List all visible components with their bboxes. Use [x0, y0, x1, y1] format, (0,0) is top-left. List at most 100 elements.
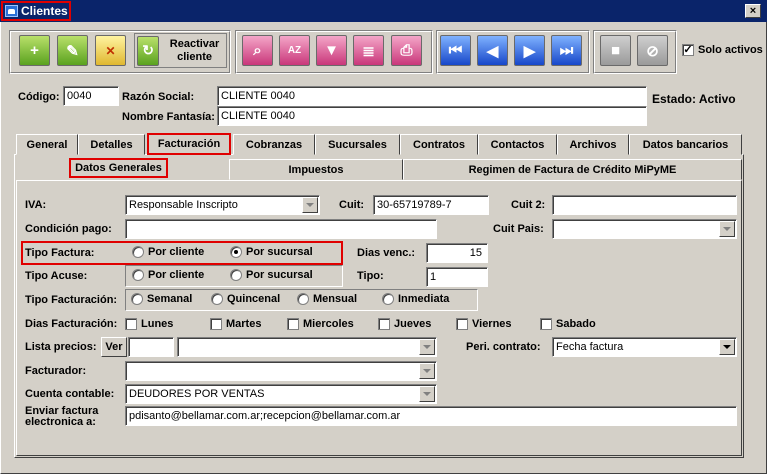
chevron-down-icon[interactable] [302, 197, 318, 213]
tab-contactos[interactable]: Contactos [478, 134, 557, 155]
lista-precios-select[interactable] [177, 337, 437, 357]
tipo-facturacion-quincenal-radio[interactable]: Quincenal [211, 293, 280, 305]
checkbox-icon [287, 318, 299, 330]
peri-contrato-value: Fecha factura [556, 341, 624, 353]
save-button[interactable]: ■ [600, 35, 631, 66]
dia-lunes-checkbox[interactable]: Lunes [125, 318, 173, 330]
search-icon: ⌕ [253, 42, 262, 59]
enviar-factura-label: Enviar factura electronica a: [25, 406, 98, 428]
razon-social-field[interactable]: CLIENTE 0040 [217, 86, 647, 106]
chevron-down-icon[interactable] [419, 339, 435, 355]
window-title: Clientes [21, 4, 68, 18]
close-icon[interactable]: × [745, 4, 761, 18]
lunes-label: Lunes [141, 318, 174, 330]
reactivar-label: Reactivar cliente [169, 37, 220, 63]
enviar-factura-field[interactable]: pdisanto@bellamar.com.ar;recepcion@bella… [125, 406, 737, 426]
first-record-button[interactable]: ⏮ [440, 35, 471, 66]
tab-sucursales[interactable]: Sucursales [315, 134, 400, 155]
cuenta-contable-select[interactable]: DEUDORES POR VENTAS [125, 384, 437, 404]
tab-general[interactable]: General [16, 134, 78, 155]
peri-contrato-select[interactable]: Fecha factura [552, 337, 737, 357]
checkbox-icon [456, 318, 468, 330]
search-button[interactable]: ⌕ [242, 35, 273, 66]
radio-icon [132, 246, 144, 258]
tab-cobranzas[interactable]: Cobranzas [233, 134, 315, 155]
enviar-label-line2: electronica a: [25, 416, 96, 428]
dias-venc-field[interactable]: 15 [426, 243, 488, 263]
radio-icon [297, 293, 309, 305]
previous-record-button[interactable]: ◀ [477, 35, 508, 66]
condicion-pago-field[interactable] [125, 219, 437, 239]
iva-value: Responsable Inscripto [129, 199, 238, 211]
cuit-field[interactable]: 30-65719789-7 [373, 195, 489, 215]
tab-archivos[interactable]: Archivos [557, 134, 629, 155]
last-record-button[interactable]: ⏭ [551, 35, 582, 66]
tipo-acuse-por-cliente-radio[interactable]: Por cliente [132, 269, 204, 281]
chevron-down-icon[interactable] [719, 221, 735, 237]
sort-button[interactable]: AZ [279, 35, 310, 66]
facturador-select[interactable] [125, 361, 437, 381]
filter-button[interactable]: ▼ [316, 35, 347, 66]
tab-facturacion[interactable]: Facturación [147, 133, 231, 155]
estado-label: Estado: Activo [652, 92, 736, 106]
tipo-facturacion-label: Tipo Facturación: [25, 294, 118, 306]
subtab-impuestos[interactable]: Impuestos [229, 159, 403, 180]
add-button[interactable]: + [19, 35, 50, 66]
chevron-down-icon[interactable] [419, 363, 435, 379]
cuit-pais-select[interactable] [552, 219, 737, 239]
title-bar [0, 0, 767, 22]
chevron-down-icon[interactable] [419, 386, 435, 402]
print-button[interactable]: ⎙ [391, 35, 422, 66]
lista-precios-code-field[interactable] [128, 337, 174, 357]
next-record-button[interactable]: ▶ [514, 35, 545, 66]
dia-jueves-checkbox[interactable]: Jueves [378, 318, 431, 330]
dias-facturacion-label: Dias Facturación: [25, 318, 118, 330]
tipo-facturacion-mensual-radio[interactable]: Mensual [297, 293, 357, 305]
razon-social-label: Razón Social: [122, 91, 195, 103]
dia-viernes-checkbox[interactable]: Viernes [456, 318, 512, 330]
viernes-label: Viernes [472, 318, 512, 330]
tipo-field[interactable]: 1 [426, 267, 488, 287]
cuenta-contable-label: Cuenta contable: [25, 388, 115, 400]
edit-button[interactable]: ✎ [57, 35, 88, 66]
tab-datos-bancarios[interactable]: Datos bancarios [629, 134, 742, 155]
tipo-facturacion-semanal-radio[interactable]: Semanal [131, 293, 192, 305]
tab-detalles[interactable]: Detalles [78, 134, 145, 155]
dias-venc-label: Dias venc.: [357, 247, 416, 259]
tipo-facturacion-inmediata-radio[interactable]: Inmediata [382, 293, 449, 305]
reactivar-cliente-button[interactable]: ↻ Reactivar cliente [134, 33, 227, 68]
iva-select[interactable]: Responsable Inscripto [125, 195, 320, 215]
chevron-down-icon[interactable] [719, 339, 735, 355]
cuit-pais-label: Cuit Pais: [493, 223, 544, 235]
cuenta-contable-value: DEUDORES POR VENTAS [129, 388, 265, 400]
cancel-button[interactable]: ⊘ [637, 35, 668, 66]
window-title-box: Clientes [1, 1, 71, 21]
sabado-label: Sabado [556, 318, 596, 330]
dia-miercoles-checkbox[interactable]: Miercoles [287, 318, 354, 330]
solo-activos-checkbox[interactable]: ✓ Solo activos [682, 44, 763, 56]
tipo-factura-por-cliente-radio[interactable]: Por cliente [132, 246, 204, 258]
subtab-datos-generales[interactable]: Datos Generales [69, 158, 168, 178]
ver-button[interactable]: Ver [101, 337, 127, 357]
dia-sabado-checkbox[interactable]: Sabado [540, 318, 596, 330]
cuit2-field[interactable] [552, 195, 737, 215]
tipo-factura-por-sucursal-radio[interactable]: Por sucursal [230, 246, 313, 258]
mensual-label: Mensual [313, 293, 358, 305]
checkbox-checked-icon: ✓ [682, 44, 694, 56]
dia-martes-checkbox[interactable]: Martes [210, 318, 261, 330]
checkbox-icon [540, 318, 552, 330]
codigo-field[interactable]: 0040 [63, 86, 119, 106]
delete-button[interactable]: ✕ [95, 35, 126, 66]
radio-selected-icon [230, 246, 242, 258]
iva-label: IVA: [25, 199, 47, 211]
tab-contratos[interactable]: Contratos [400, 134, 478, 155]
subtab-regimen-mipyme[interactable]: Regimen de Factura de Crédito MiPyME [403, 159, 742, 180]
quincenal-label: Quincenal [227, 293, 281, 305]
report-icon: ≣ [362, 42, 375, 60]
report-button[interactable]: ≣ [353, 35, 384, 66]
nombre-fantasia-field[interactable]: CLIENTE 0040 [217, 106, 647, 126]
delete-document-icon: ✕ [105, 43, 116, 58]
filter-icon: ▼ [324, 42, 339, 59]
tipo-acuse-por-sucursal-radio[interactable]: Por sucursal [230, 269, 313, 281]
previous-icon: ◀ [486, 42, 499, 60]
